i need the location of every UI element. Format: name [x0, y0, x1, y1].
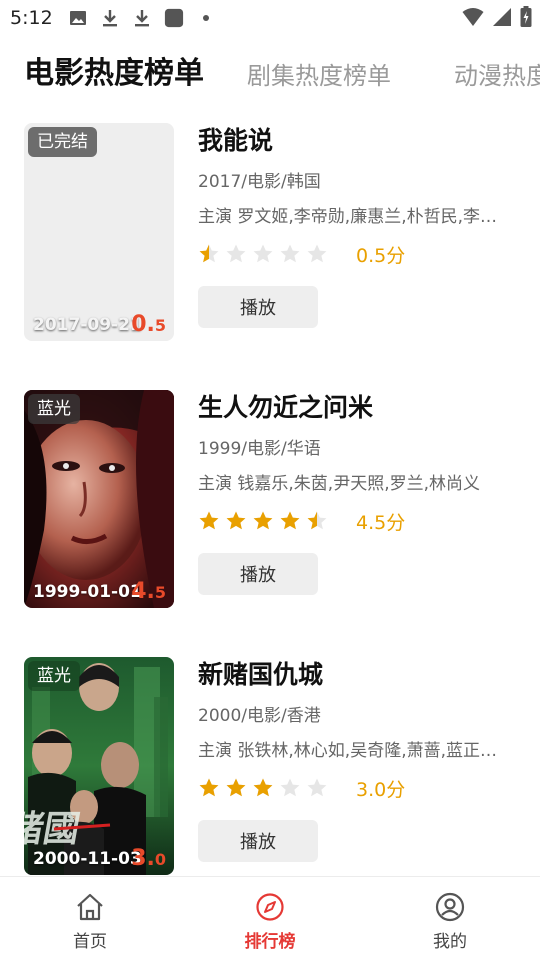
- movie-poster[interactable]: 賭國 蓝光 2000-11-03 3.0: [24, 657, 174, 875]
- status-time: 5:12: [10, 7, 53, 29]
- star-half-icon: [199, 244, 219, 263]
- home-icon: [77, 893, 103, 921]
- movie-item[interactable]: 已完结 2017-09-21 0.5 我能说 2017/电影/韩国 主演 罗文姬…: [0, 118, 540, 341]
- movie-meta: 2000/电影/香港: [198, 706, 321, 726]
- compass-icon: [256, 893, 284, 921]
- movie-item[interactable]: 賭國 蓝光 2000-11-03 3.0 新赌国仇城 2000/电影/香港 主演…: [0, 652, 540, 875]
- poster-score-decimal: 5: [154, 316, 166, 335]
- star-empty-icon: [253, 244, 273, 263]
- wifi-icon: [462, 7, 484, 31]
- poster-date: 1999-01-01: [33, 582, 142, 602]
- movie-meta: 2017/电影/韩国: [198, 172, 321, 192]
- nav-home-label: 首页: [73, 932, 107, 952]
- tab-anime-ranking[interactable]: 动漫热度榜单: [454, 56, 540, 96]
- movie-info: 生人勿近之问米 1999/电影/华语 主演 钱嘉乐,朱茵,尹天照,罗兰,林尚义 …: [198, 390, 518, 595]
- star-full-icon: [253, 778, 273, 797]
- star-rating: [198, 510, 328, 532]
- rating-row: 3.0分: [198, 776, 518, 801]
- rating-score: 0.5分: [356, 244, 406, 267]
- star-full-icon: [226, 511, 246, 530]
- movie-info: 我能说 2017/电影/韩国 主演 罗文姬,李帝勋,廉惠兰,朴哲民,李… 0.5…: [198, 123, 518, 328]
- star-empty-icon: [280, 244, 300, 263]
- ranking-tabs: 电影热度榜单 剧集热度榜单 动漫热度榜单: [0, 56, 540, 100]
- cellular-icon: [492, 7, 512, 31]
- system-icons: [462, 6, 532, 32]
- poster-score-main: 0.: [131, 312, 155, 337]
- nav-ranking[interactable]: 排行榜: [180, 877, 360, 960]
- nav-ranking-label: 排行榜: [244, 932, 296, 952]
- tab-movie-ranking[interactable]: 电影热度榜单: [24, 56, 204, 94]
- star-rating: [198, 243, 328, 265]
- rating-score: 4.5分: [356, 511, 406, 534]
- movie-poster[interactable]: 蓝光 1999-01-01 4.5: [24, 390, 174, 608]
- notification-icons: [68, 8, 216, 28]
- rating-score: 3.0分: [356, 778, 406, 801]
- quality-badge: 蓝光: [28, 394, 80, 424]
- poster-score-main: 3.: [131, 846, 155, 871]
- movie-cast: 主演 张铁林,林心如,吴奇隆,萧蔷,蓝正…: [198, 741, 498, 761]
- movie-cast: 主演 罗文姬,李帝勋,廉惠兰,朴哲民,李…: [198, 207, 498, 227]
- star-rating: [198, 777, 328, 799]
- star-full-icon: [199, 778, 219, 797]
- battery-icon: [520, 6, 532, 32]
- movie-poster[interactable]: 已完结 2017-09-21 0.5: [24, 123, 174, 341]
- play-button[interactable]: 播放: [198, 286, 318, 328]
- poster-score-decimal: 5: [154, 583, 166, 602]
- nav-mine-label: 我的: [433, 932, 467, 952]
- star-full-icon: [253, 511, 273, 530]
- movie-title[interactable]: 生人勿近之问米: [198, 390, 518, 426]
- poster-score: 0.5: [131, 312, 166, 337]
- image-icon: [68, 8, 88, 28]
- movie-info: 新赌国仇城 2000/电影/香港 主演 张铁林,林心如,吴奇隆,萧蔷,蓝正… 3…: [198, 657, 518, 862]
- download-icon: [100, 8, 120, 28]
- movie-meta: 1999/电影/华语: [198, 439, 321, 459]
- poster-score: 4.5: [131, 579, 166, 604]
- nav-home[interactable]: 首页: [0, 877, 180, 960]
- star-empty-icon: [226, 244, 246, 263]
- download-icon: [132, 8, 152, 28]
- nav-mine[interactable]: 我的: [360, 877, 540, 960]
- star-half-icon: [307, 511, 327, 530]
- bottom-nav: 首页 排行榜 我的: [0, 876, 540, 960]
- poster-score-decimal: 0: [154, 850, 166, 869]
- star-empty-icon: [307, 244, 327, 263]
- poster-date: 2000-11-03: [33, 849, 142, 869]
- poster-date: 2017-09-21: [33, 315, 142, 335]
- star-full-icon: [226, 778, 246, 797]
- movie-cast: 主演 钱嘉乐,朱茵,尹天照,罗兰,林尚义: [198, 474, 481, 494]
- star-full-icon: [280, 511, 300, 530]
- star-empty-icon: [307, 778, 327, 797]
- star-empty-icon: [280, 778, 300, 797]
- play-button[interactable]: 播放: [198, 553, 318, 595]
- status-badge: 已完结: [28, 127, 97, 157]
- movie-title[interactable]: 我能说: [198, 123, 518, 159]
- rating-row: 4.5分: [198, 509, 518, 534]
- star-full-icon: [199, 511, 219, 530]
- user-icon: [435, 892, 465, 922]
- poster-score-main: 4.: [131, 579, 155, 604]
- play-button[interactable]: 播放: [198, 820, 318, 862]
- movie-title[interactable]: 新赌国仇城: [198, 657, 518, 693]
- dot-icon: [196, 8, 216, 28]
- app-square-icon: [164, 8, 184, 28]
- status-bar: 5:12: [0, 0, 540, 36]
- poster-score: 3.0: [131, 846, 166, 871]
- tab-series-ranking[interactable]: 剧集热度榜单: [247, 56, 391, 96]
- rating-row: 0.5分: [198, 242, 518, 267]
- quality-badge: 蓝光: [28, 661, 80, 691]
- movie-item[interactable]: 蓝光 1999-01-01 4.5 生人勿近之问米 1999/电影/华语 主演 …: [0, 385, 540, 608]
